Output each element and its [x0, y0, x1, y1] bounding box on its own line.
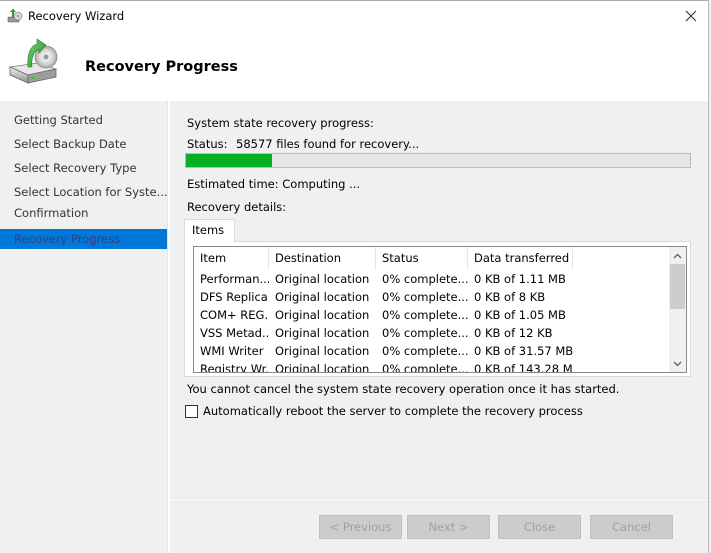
auto-reboot-checkbox[interactable]: [185, 405, 198, 418]
table-row[interactable]: VSS Metad... Original location 0% comple…: [194, 324, 667, 342]
page-title: Recovery Progress: [85, 59, 238, 75]
cell-destination: Original location: [275, 308, 370, 322]
table-row[interactable]: DFS Replica... Original location 0% comp…: [194, 288, 667, 306]
cell-destination: Original location: [275, 344, 370, 358]
column-header-data-transferred[interactable]: Data transferred: [468, 247, 573, 270]
vertical-scrollbar[interactable]: [669, 247, 686, 372]
chevron-down-icon: [673, 361, 682, 366]
previous-button[interactable]: < Previous: [319, 515, 402, 539]
list-header: Item Destination Status Data transferred: [194, 247, 667, 270]
cell-status: 0% complete...: [382, 308, 468, 322]
table-row[interactable]: Performan... Original location 0% comple…: [194, 270, 667, 288]
next-button[interactable]: Next >: [407, 515, 490, 539]
cell-destination: Original location: [275, 290, 370, 304]
column-header-destination[interactable]: Destination: [269, 247, 376, 270]
auto-reboot-label[interactable]: Automatically reboot the server to compl…: [203, 404, 583, 418]
status-label: Status:: [187, 137, 228, 151]
scroll-up-button[interactable]: [669, 247, 686, 264]
progress-fill: [186, 154, 272, 167]
recovery-wizard-window: Recovery Wizard Recovery Progress Gettin…: [0, 0, 709, 553]
window-title: Recovery Wizard: [28, 9, 125, 23]
sidebar-item-getting-started[interactable]: Getting Started: [0, 110, 167, 130]
column-header-status[interactable]: Status: [376, 247, 468, 270]
close-icon: [685, 10, 697, 22]
cell-status: 0% complete...: [382, 362, 468, 373]
cancel-button[interactable]: Cancel: [590, 515, 673, 539]
sidebar-item-select-location[interactable]: Select Location for Syste...: [0, 182, 167, 202]
cell-status: 0% complete...: [382, 344, 468, 358]
close-wizard-button[interactable]: Close: [498, 515, 581, 539]
sidebar-item-confirmation[interactable]: Confirmation: [0, 203, 167, 223]
table-row[interactable]: WMI Writer Original location 0% complete…: [194, 342, 667, 360]
table-row[interactable]: Registry Wr... Original location 0% comp…: [194, 360, 667, 373]
cell-destination: Original location: [275, 272, 370, 286]
wizard-content: System state recovery progress: Status: …: [170, 101, 708, 553]
estimated-time: Estimated time: Computing ...: [187, 177, 361, 191]
close-button[interactable]: [674, 1, 708, 31]
drive-restore-icon: [8, 38, 58, 84]
cell-data-transferred: 0 KB of 12 KB: [474, 326, 553, 340]
cell-destination: Original location: [275, 362, 370, 373]
title-bar: Recovery Wizard: [0, 1, 708, 31]
cell-item: Performan...: [200, 272, 269, 286]
list-rows: Performan... Original location 0% comple…: [194, 270, 667, 373]
tab-items[interactable]: Items: [184, 219, 235, 242]
wizard-header: Recovery Wizard Recovery Progress: [0, 1, 708, 101]
items-tab-panel: Item Destination Status Data transferred…: [184, 241, 691, 377]
cell-status: 0% complete...: [382, 326, 468, 340]
recovery-details-label: Recovery details:: [187, 200, 287, 214]
cell-data-transferred: 0 KB of 31.57 MB: [474, 344, 573, 358]
cell-status: 0% complete...: [382, 272, 468, 286]
scrollbar-thumb[interactable]: [670, 264, 685, 309]
footer-divider: [170, 498, 708, 500]
cell-data-transferred: 0 KB of 143.28 MB: [474, 362, 573, 373]
cell-item: WMI Writer: [200, 344, 264, 358]
cell-data-transferred: 0 KB of 1.11 MB: [474, 272, 566, 286]
cell-data-transferred: 0 KB of 1.05 MB: [474, 308, 566, 322]
progress-heading: System state recovery progress:: [187, 116, 374, 130]
table-row[interactable]: COM+ REG... Original location 0% complet…: [194, 306, 667, 324]
sidebar-item-select-backup-date[interactable]: Select Backup Date: [0, 134, 167, 154]
cancel-note: You cannot cancel the system state recov…: [187, 382, 620, 396]
status-value: 58577 files found for recovery...: [236, 137, 420, 151]
cell-status: 0% complete...: [382, 290, 468, 304]
sidebar-item-select-recovery-type[interactable]: Select Recovery Type: [0, 158, 167, 178]
column-header-empty: [573, 247, 667, 270]
chevron-up-icon: [673, 253, 682, 258]
recovery-items-list[interactable]: Item Destination Status Data transferred…: [193, 246, 687, 373]
cell-item: DFS Replica...: [200, 290, 269, 304]
wizard-steps-sidebar: Getting Started Select Backup Date Selec…: [0, 101, 167, 553]
cell-data-transferred: 0 KB of 8 KB: [474, 290, 546, 304]
recovery-wizard-icon: [7, 8, 23, 23]
cell-item: VSS Metad...: [200, 326, 269, 340]
sidebar-item-recovery-progress[interactable]: Recovery Progress: [0, 229, 167, 249]
recovery-progress-bar: [185, 153, 691, 168]
column-header-item[interactable]: Item: [194, 247, 269, 270]
cell-item: Registry Wr...: [200, 362, 269, 373]
cell-destination: Original location: [275, 326, 370, 340]
cell-item: COM+ REG...: [200, 308, 269, 322]
scroll-down-button[interactable]: [669, 355, 686, 372]
